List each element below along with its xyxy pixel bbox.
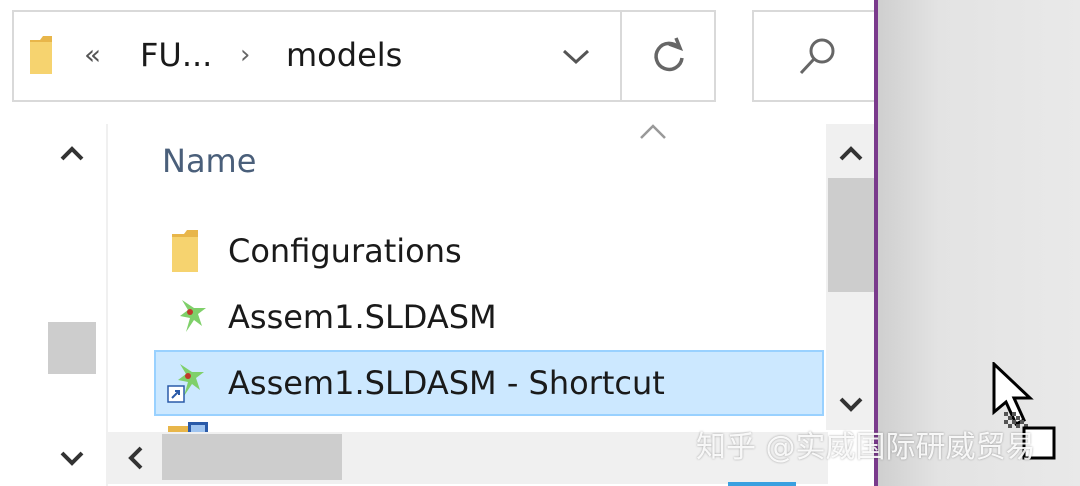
breadcrumb-overflow-button[interactable]: « [84, 38, 101, 71]
address-divider [620, 12, 622, 100]
breadcrumb-item-fu[interactable]: FU... [140, 36, 212, 74]
search-box[interactable] [752, 10, 892, 102]
search-icon [799, 38, 835, 75]
refresh-icon [654, 37, 684, 72]
sort-ascending-icon [640, 124, 666, 139]
column-header-name[interactable]: Name [162, 142, 256, 180]
chevron-left-icon [128, 446, 143, 470]
chevron-down-icon [839, 397, 863, 412]
scroll-up-button[interactable] [826, 130, 876, 178]
breadcrumb-item-models[interactable]: models [286, 36, 402, 74]
file-name[interactable]: Assem1.SLDASM - Shortcut [228, 364, 665, 402]
scroll-down-button[interactable] [826, 380, 876, 428]
nav-scroll-down-button[interactable] [48, 434, 96, 482]
file-name[interactable]: Configurations [228, 232, 462, 270]
file-name[interactable]: Assem1.SLDASM [228, 298, 497, 336]
scroll-left-button[interactable] [116, 438, 156, 478]
solidworks-assembly-icon [180, 300, 206, 332]
horizontal-scroll-thumb[interactable] [162, 434, 342, 480]
address-bar[interactable]: « FU... › models [12, 10, 716, 102]
vertical-scroll-thumb[interactable] [828, 178, 874, 292]
folder-icon [30, 36, 52, 74]
address-history-dropdown[interactable] [552, 32, 600, 82]
refresh-button[interactable] [624, 12, 714, 100]
nav-scroll-up-button[interactable] [48, 130, 96, 178]
chevron-down-icon [562, 49, 590, 65]
list-item-selected[interactable]: Assem1.SLDASM - Shortcut [154, 350, 824, 416]
breadcrumb-separator-icon[interactable]: › [240, 40, 250, 70]
bottom-accent-bar [728, 482, 796, 486]
chevron-up-icon [839, 146, 863, 161]
chevron-up-icon [60, 146, 84, 161]
chevron-down-icon [60, 451, 84, 466]
watermark: 知乎 @实威国际研威贸易 [696, 430, 1036, 465]
folder-icon [172, 230, 198, 272]
solidworks-shortcut-icon [167, 364, 204, 403]
nav-scroll-thumb[interactable] [48, 322, 96, 374]
